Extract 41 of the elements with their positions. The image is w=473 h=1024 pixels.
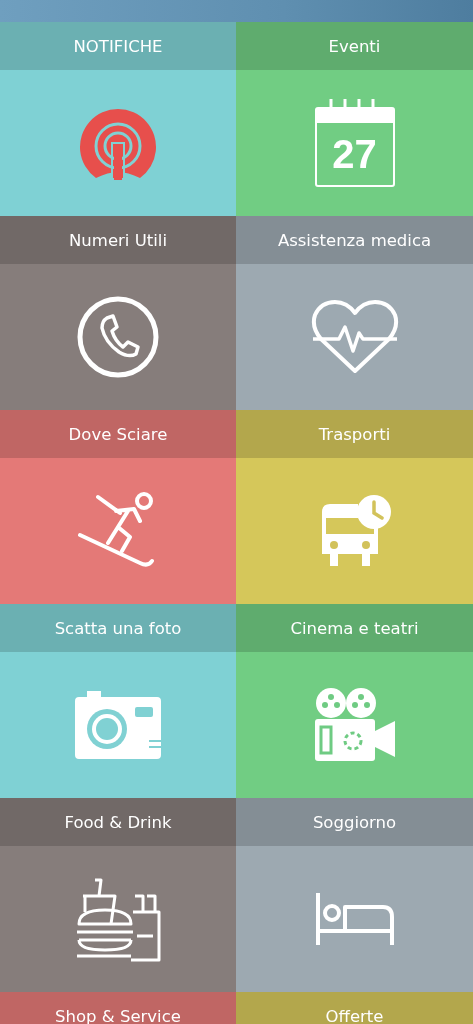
tile-label: Trasporti xyxy=(318,424,391,444)
tile-label-bar[interactable]: Numeri Utili xyxy=(0,216,236,264)
tile-label: Numeri Utili xyxy=(69,230,167,250)
menu-tile[interactable] xyxy=(0,264,236,410)
tile-label-bar[interactable]: Shop & Service xyxy=(0,992,236,1024)
tile-label-bar[interactable]: Soggiorno xyxy=(236,798,473,846)
tile-label-bar[interactable]: Food & Drink xyxy=(0,798,236,846)
tile-label: Food & Drink xyxy=(64,812,172,832)
menu-tile[interactable] xyxy=(0,652,236,798)
tile-label-bar[interactable]: Trasporti xyxy=(236,410,473,458)
menu-tile[interactable] xyxy=(236,652,473,798)
menu-tile[interactable] xyxy=(0,458,236,604)
tile-label: Shop & Service xyxy=(55,1006,181,1024)
tile-label: Soggiorno xyxy=(312,812,397,832)
tile-label: Scatta una foto xyxy=(54,618,182,638)
bed-icon xyxy=(314,891,395,947)
broadcast-icon xyxy=(78,106,158,180)
tile-label: Eventi xyxy=(328,36,381,56)
film-projector-icon xyxy=(312,687,397,763)
menu-tile[interactable]: 27 xyxy=(236,70,473,216)
phone-icon xyxy=(77,296,159,378)
tile-label-bar[interactable]: Eventi xyxy=(236,22,473,70)
menu-tile[interactable] xyxy=(236,458,473,604)
tile-label-bar[interactable]: Offerte xyxy=(236,992,473,1024)
menu-tile[interactable] xyxy=(236,264,473,410)
tile-label-bar[interactable]: Dove Sciare xyxy=(0,410,236,458)
food-drink-icon xyxy=(75,876,161,962)
menu-tile[interactable] xyxy=(0,846,236,992)
tile-label-bar[interactable]: Cinema e teatri xyxy=(236,604,473,652)
heart-pulse-icon xyxy=(310,299,399,375)
tile-label-bar[interactable]: Assistenza medica xyxy=(236,216,473,264)
tile-label: Offerte xyxy=(325,1006,384,1024)
menu-tile[interactable] xyxy=(0,70,236,216)
tile-label: Dove Sciare xyxy=(68,424,168,444)
tile-label-bar[interactable]: Scatta una foto xyxy=(0,604,236,652)
camera-icon xyxy=(75,691,161,759)
tile-label: Cinema e teatri xyxy=(290,618,419,638)
tile-label: NOTIFICHE xyxy=(73,36,163,56)
menu-tile[interactable] xyxy=(236,846,473,992)
tile-label-bar[interactable]: NOTIFICHE xyxy=(0,22,236,70)
tile-label: Assistenza medica xyxy=(277,230,432,250)
